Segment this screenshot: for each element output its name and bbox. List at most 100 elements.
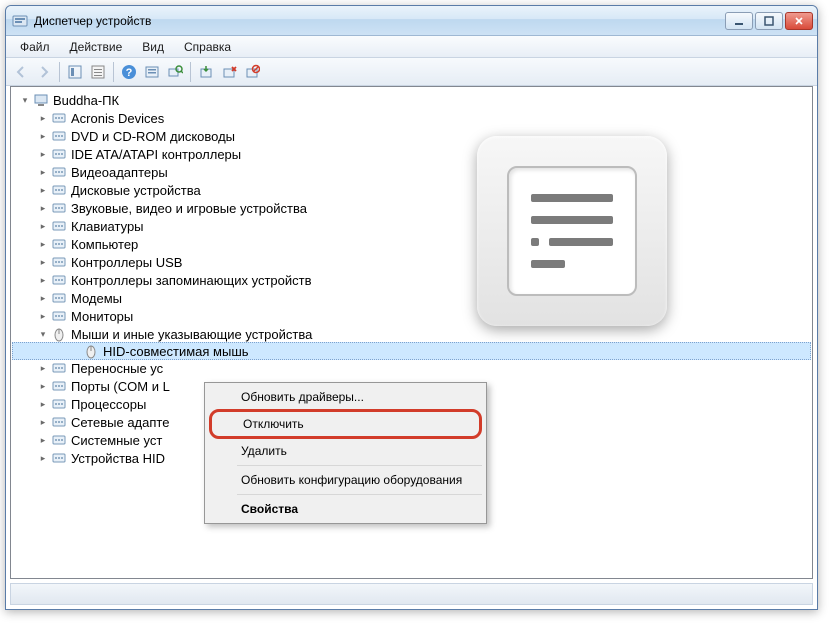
maximize-button[interactable] (755, 12, 783, 30)
node-label: Переносные ус (71, 361, 163, 376)
node-label: Контроллеры запоминающих устройств (71, 273, 311, 288)
tree-node[interactable]: ▸ Мониторы (13, 307, 810, 325)
keyboard-key-graphic (477, 136, 667, 326)
device-icon (51, 290, 67, 306)
disable-button[interactable] (241, 61, 263, 83)
node-label: Мыши и иные указывающие устройства (71, 327, 312, 342)
expander-icon[interactable]: ▸ (37, 274, 49, 286)
statusbar (10, 583, 813, 605)
expander-icon[interactable]: ▸ (37, 220, 49, 232)
expander-icon[interactable]: ▸ (37, 380, 49, 392)
node-label: DVD и CD-ROM дисководы (71, 129, 235, 144)
node-label: Видеоадаптеры (71, 165, 168, 180)
back-button[interactable] (10, 61, 32, 83)
expander-icon[interactable]: ▸ (37, 256, 49, 268)
minimize-button[interactable] (725, 12, 753, 30)
tree-root[interactable]: ▾Buddha-ПК (13, 91, 810, 109)
device-icon (51, 164, 67, 180)
tree-node[interactable]: ▸ Дисковые устройства (13, 181, 810, 199)
tree-node[interactable]: ▸ Контроллеры запоминающих устройств (13, 271, 810, 289)
expander-icon[interactable]: ▸ (37, 292, 49, 304)
tree-node[interactable]: ▸ Клавиатуры (13, 217, 810, 235)
tree-node[interactable]: ▸Звуковые, видео и игровые устройства (13, 199, 810, 217)
show-hide-tree-button[interactable] (64, 61, 86, 83)
toolbar: ? (6, 58, 817, 86)
toolbar-separator (113, 62, 114, 82)
tree-node[interactable]: ▸ Переносные ус (13, 359, 810, 377)
ctx-delete[interactable]: Удалить (207, 440, 484, 462)
tree-node[interactable]: ▾ Мыши и иные указывающие устройства (13, 325, 810, 343)
tree-node[interactable]: ▸Компьютер (13, 235, 810, 253)
expander-icon[interactable]: ▸ (37, 202, 49, 214)
expander-icon[interactable]: ▸ (37, 362, 49, 374)
expander-icon[interactable]: ▸ (37, 310, 49, 322)
node-label: Устройства HID (71, 451, 165, 466)
ctx-separator (237, 465, 482, 466)
device-icon (51, 450, 67, 466)
expander-icon[interactable]: ▸ (37, 238, 49, 250)
device-icon (51, 200, 67, 216)
menu-view[interactable]: Вид (132, 38, 174, 56)
device-manager-window: Диспетчер устройств Файл Действие Вид Сп… (5, 5, 818, 610)
menu-file[interactable]: Файл (10, 38, 60, 56)
expander-icon[interactable]: ▸ (37, 434, 49, 446)
expander-icon[interactable]: ▾ (37, 328, 49, 340)
node-label: Контроллеры USB (71, 255, 182, 270)
tree-node[interactable]: ▸ Видеоадаптеры (13, 163, 810, 181)
scan-button[interactable] (164, 61, 186, 83)
node-label: Клавиатуры (71, 219, 144, 234)
tree-leaf[interactable]: HID-совместимая мышь (12, 342, 811, 360)
svg-text:?: ? (126, 67, 133, 79)
window-title: Диспетчер устройств (34, 14, 725, 28)
titlebar[interactable]: Диспетчер устройств (6, 6, 817, 36)
ctx-properties[interactable]: Свойства (207, 498, 484, 520)
device-icon (51, 146, 67, 162)
menu-action[interactable]: Действие (60, 38, 133, 56)
app-icon (12, 13, 28, 29)
update-driver-button[interactable] (195, 61, 217, 83)
expander-icon[interactable]: ▸ (37, 148, 49, 160)
expander-icon[interactable]: ▾ (19, 94, 31, 106)
device-icon (83, 343, 99, 359)
device-icon (51, 218, 67, 234)
device-icon (51, 414, 67, 430)
tree-node[interactable]: ▸ Контроллеры USB (13, 253, 810, 271)
node-label: Системные уст (71, 433, 162, 448)
node-label: Мониторы (71, 309, 133, 324)
ctx-separator (237, 494, 482, 495)
ctx-scan-hardware[interactable]: Обновить конфигурацию оборудования (207, 469, 484, 491)
device-icon (51, 326, 67, 342)
tree-node[interactable]: ▸IDE ATA/ATAPI контроллеры (13, 145, 810, 163)
forward-button[interactable] (33, 61, 55, 83)
expander-icon[interactable]: ▸ (37, 130, 49, 142)
expander-icon[interactable]: ▸ (37, 112, 49, 124)
expander-icon[interactable]: ▸ (37, 166, 49, 178)
node-label: Модемы (71, 291, 122, 306)
expander-icon[interactable]: ▸ (37, 416, 49, 428)
close-button[interactable] (785, 12, 813, 30)
help-button[interactable]: ? (118, 61, 140, 83)
view-button[interactable] (141, 61, 163, 83)
list-icon (507, 166, 637, 296)
menu-help[interactable]: Справка (174, 38, 241, 56)
device-icon (51, 236, 67, 252)
tree-node[interactable]: ▸ Модемы (13, 289, 810, 307)
node-label: HID-совместимая мышь (103, 344, 249, 359)
device-icon (51, 182, 67, 198)
uninstall-button[interactable] (218, 61, 240, 83)
tree-node[interactable]: ▸ DVD и CD-ROM дисководы (13, 127, 810, 145)
node-label: Сетевые адапте (71, 415, 169, 430)
device-icon (51, 360, 67, 376)
device-icon (51, 432, 67, 448)
expander-icon[interactable]: ▸ (37, 398, 49, 410)
expander-icon[interactable]: ▸ (37, 452, 49, 464)
device-icon (51, 308, 67, 324)
device-icon (51, 378, 67, 394)
ctx-disable[interactable]: Отключить (209, 409, 482, 439)
toolbar-separator (190, 62, 191, 82)
tree-node[interactable]: ▸Acronis Devices (13, 109, 810, 127)
properties-button[interactable] (87, 61, 109, 83)
ctx-update-drivers[interactable]: Обновить драйверы... (207, 386, 484, 408)
node-label: Дисковые устройства (71, 183, 201, 198)
expander-icon[interactable]: ▸ (37, 184, 49, 196)
